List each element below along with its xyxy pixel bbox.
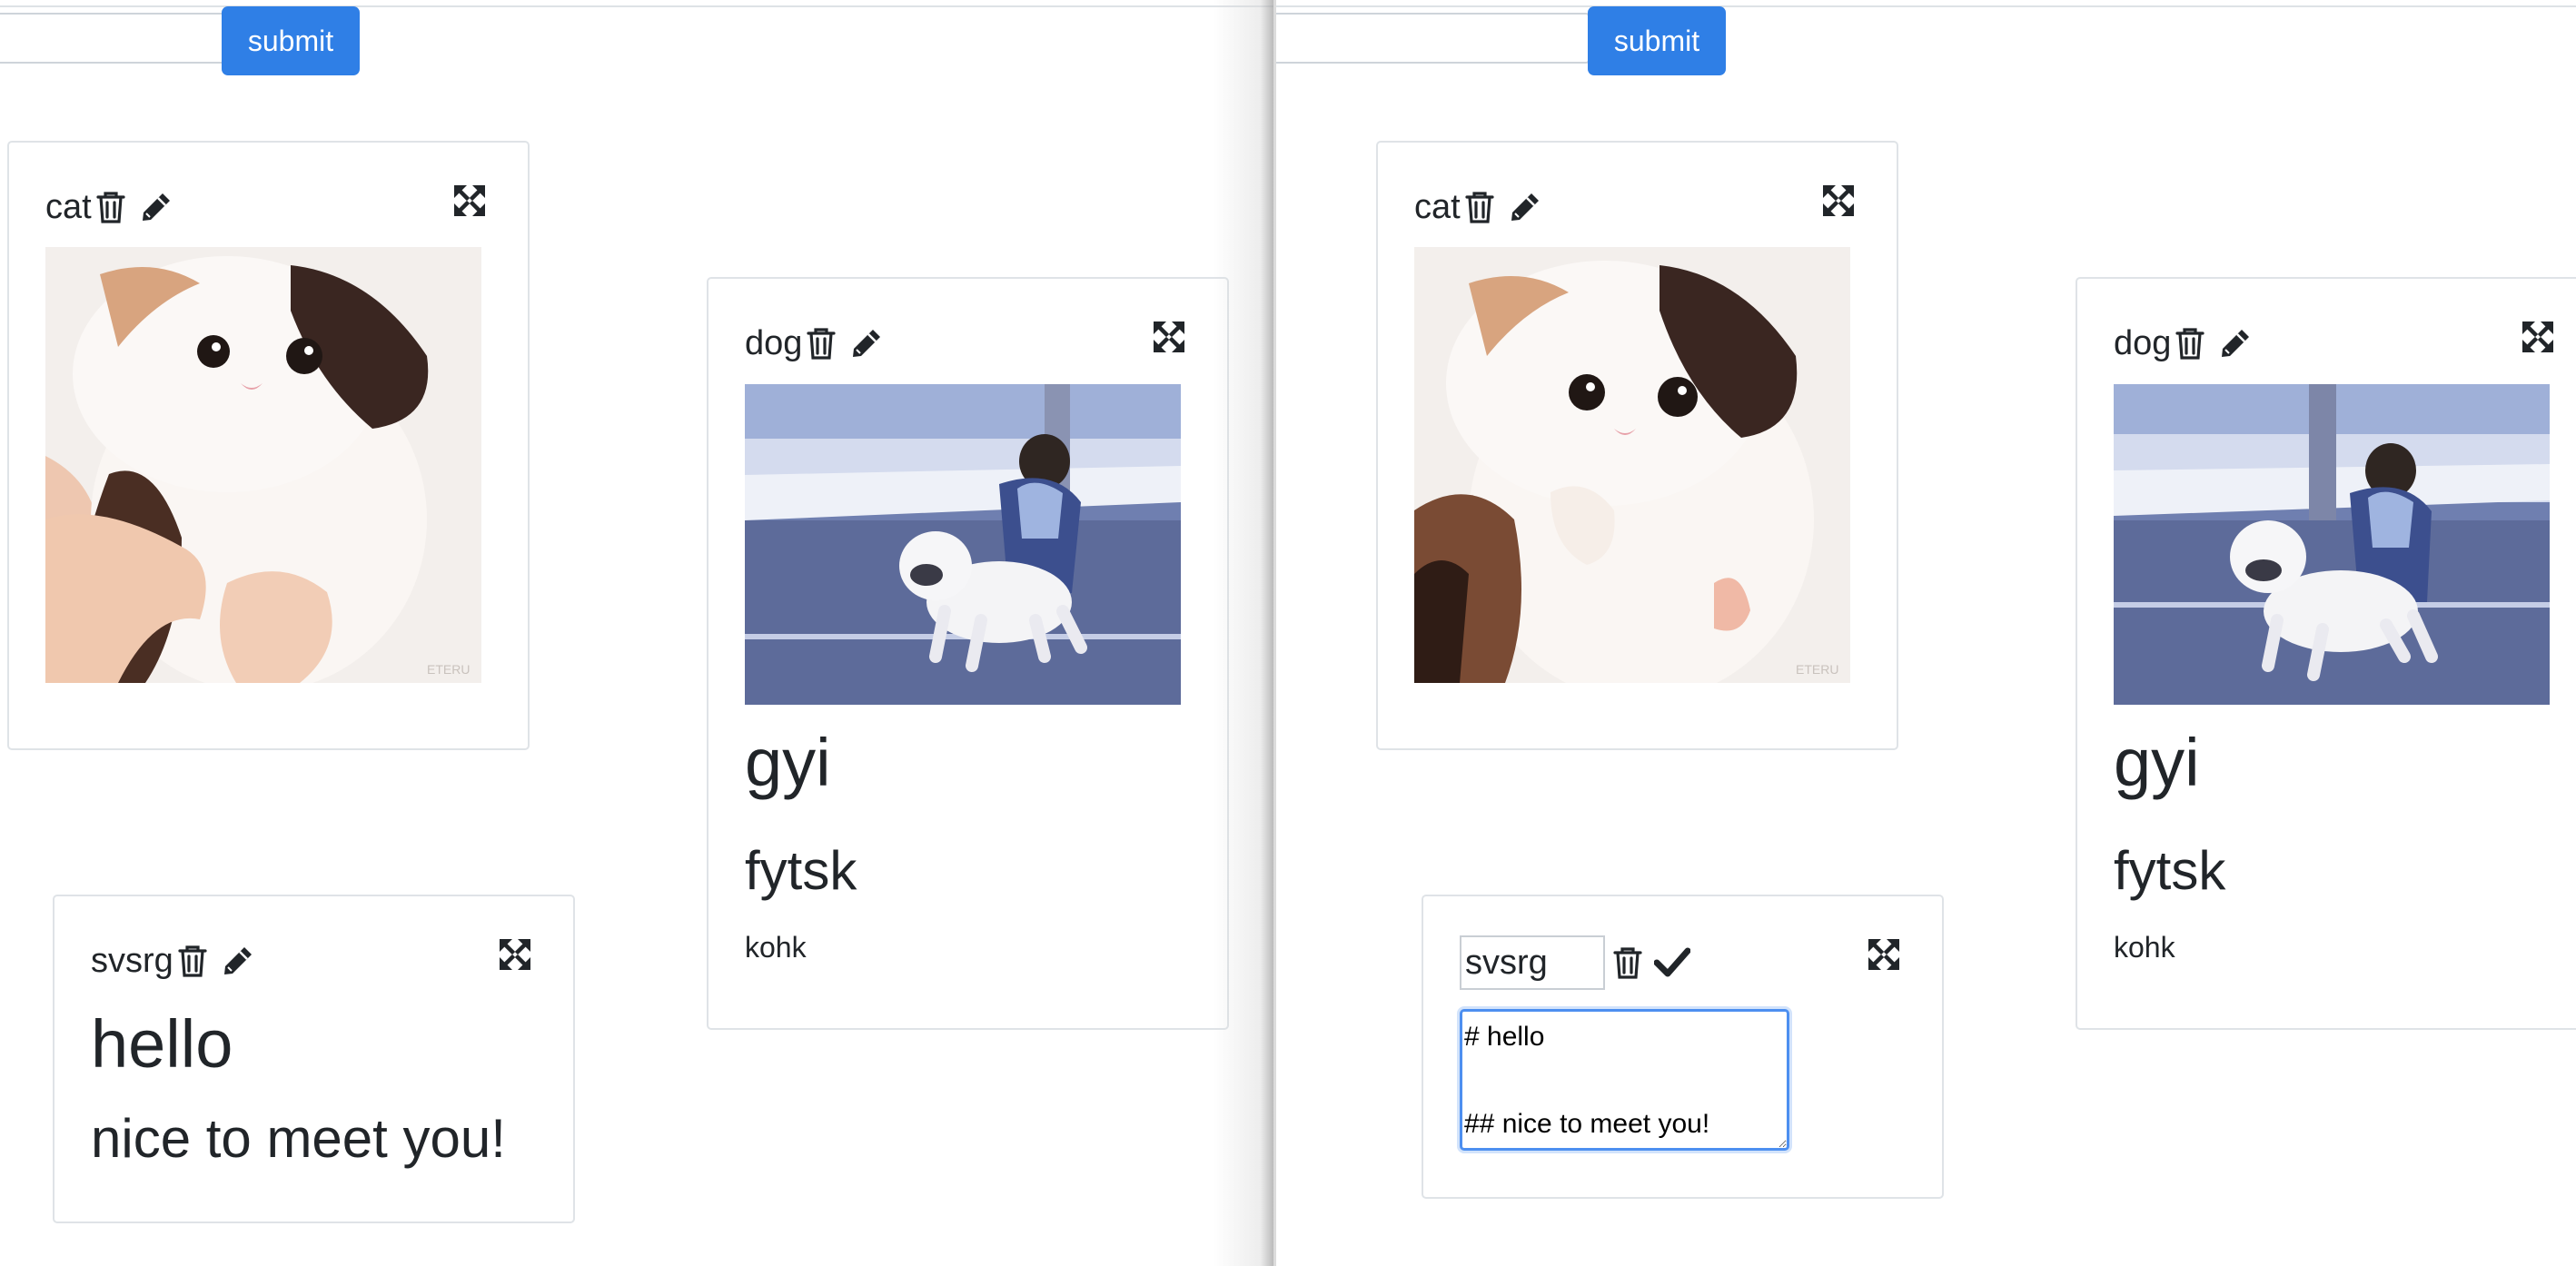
checkmark-icon[interactable] — [1654, 947, 1690, 978]
heading-1: gyi — [2114, 725, 2200, 800]
trash-icon[interactable] — [177, 944, 208, 978]
heading-2: fytsk — [2114, 840, 2226, 901]
heading-2: nice to meet you! — [91, 1108, 506, 1169]
card-title: dog — [2114, 323, 2172, 362]
expand-arrows-icon[interactable] — [1152, 320, 1186, 359]
submit-button[interactable]: submit — [1588, 6, 1726, 75]
cat-card: cat ETERU — [1376, 141, 1898, 750]
kitten-image: ETERU — [1414, 247, 1850, 683]
card-title: svsrg — [91, 941, 173, 980]
pencil-icon[interactable] — [2218, 326, 2253, 361]
pencil-icon[interactable] — [139, 190, 173, 224]
paragraph-text: kohk — [745, 931, 807, 964]
svsrg-card: svsrg hello nice to meet you! — [53, 895, 575, 1223]
svsrg-card-editing: # hello ## nice to meet you! — [1422, 895, 1944, 1199]
submit-button[interactable]: submit — [222, 6, 360, 75]
card-header: dog — [2114, 313, 2253, 373]
dog-image — [2114, 384, 2550, 705]
card-header: cat — [45, 177, 173, 237]
heading-1: hello — [91, 1006, 233, 1082]
card-header: cat — [1414, 177, 1542, 237]
title-input[interactable] — [1276, 13, 1590, 64]
top-divider-line — [1276, 5, 2576, 7]
trash-icon[interactable] — [2175, 326, 2205, 361]
heading-1: gyi — [745, 725, 831, 800]
expand-arrows-icon[interactable] — [452, 183, 487, 223]
svg-text:ETERU: ETERU — [1796, 662, 1838, 677]
pencil-icon[interactable] — [849, 326, 884, 361]
card-title: cat — [45, 187, 92, 226]
expand-arrows-icon[interactable] — [2521, 320, 2555, 359]
heading-2: fytsk — [745, 840, 857, 901]
card-header — [1460, 933, 1690, 993]
top-divider-line — [0, 5, 1273, 7]
expand-arrows-icon[interactable] — [1821, 183, 1856, 223]
expand-arrows-icon[interactable] — [498, 937, 532, 976]
expand-arrows-icon[interactable] — [1867, 937, 1901, 976]
dog-image — [745, 384, 1181, 705]
cat-card: cat ETERU — [7, 141, 530, 750]
trash-icon[interactable] — [95, 190, 126, 224]
left-browser-pane: submit cat ETERU dog gyi fytsk kohk svsr… — [0, 0, 1273, 1266]
pane-shadow — [1213, 0, 1276, 1266]
svg-text:ETERU: ETERU — [427, 662, 470, 677]
dog-card: dog gyi fytsk kohk — [2076, 277, 2576, 1030]
title-input[interactable] — [0, 13, 225, 64]
trash-icon[interactable] — [1464, 190, 1495, 224]
kitten-image: ETERU — [45, 247, 481, 683]
markdown-editor[interactable]: # hello ## nice to meet you! — [1460, 1009, 1789, 1151]
trash-icon[interactable] — [1612, 945, 1643, 980]
card-title-input[interactable] — [1460, 935, 1605, 990]
pencil-icon[interactable] — [1508, 190, 1542, 224]
card-header: svsrg — [91, 931, 255, 991]
dog-card: dog gyi fytsk kohk — [707, 277, 1229, 1030]
pencil-icon[interactable] — [221, 944, 255, 978]
card-title: dog — [745, 323, 803, 362]
trash-icon[interactable] — [806, 326, 837, 361]
right-browser-pane: submit cat ETERU dog gyi fytsk kohk svsr… — [1276, 0, 2576, 1266]
paragraph-text: kohk — [2114, 931, 2175, 964]
card-header: dog — [745, 313, 884, 373]
card-title: cat — [1414, 187, 1461, 226]
